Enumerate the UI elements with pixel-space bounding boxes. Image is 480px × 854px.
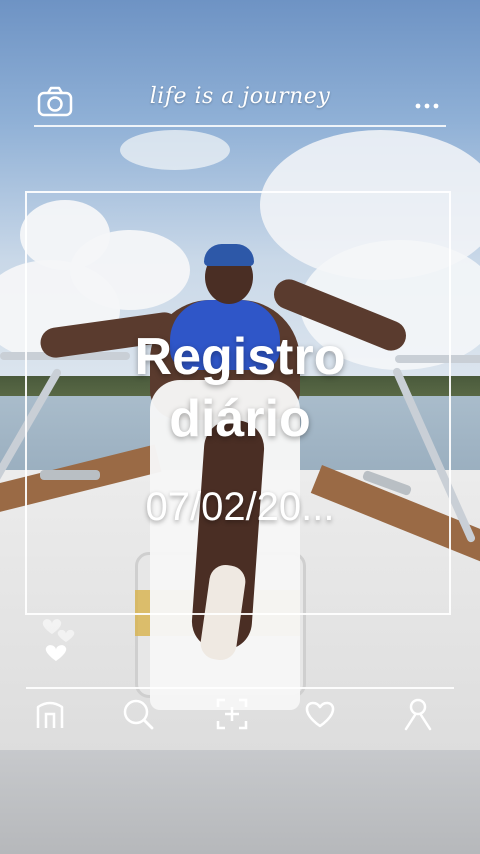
post-title-line2: diário <box>169 390 311 448</box>
nav-home-button[interactable] <box>32 696 68 732</box>
post-title: Registro diário <box>0 326 480 450</box>
reactions-button[interactable] <box>38 610 78 666</box>
post-title-line1: Registro <box>134 328 346 386</box>
profile-icon <box>404 698 432 731</box>
search-icon <box>123 699 154 730</box>
header-divider <box>34 125 446 127</box>
app-title: life is a journey <box>149 84 331 109</box>
top-bar: life is a journey <box>0 78 480 126</box>
nav-search-button[interactable] <box>120 696 156 732</box>
heart-icon <box>305 701 335 728</box>
cloud <box>120 130 230 170</box>
add-icon <box>216 698 248 730</box>
bottom-nav <box>0 696 480 736</box>
home-icon <box>36 701 64 728</box>
hearts-icon <box>42 619 75 661</box>
nav-divider <box>26 687 454 689</box>
nav-add-button[interactable] <box>214 696 250 732</box>
nav-profile-button[interactable] <box>400 696 436 732</box>
more-button[interactable] <box>412 86 444 110</box>
screen: life is a journey Registro diário 07/02/… <box>0 0 480 854</box>
post-date: 07/02/20... <box>145 485 335 529</box>
blurred-bottom <box>0 750 480 854</box>
more-dots-icon <box>415 103 439 109</box>
nav-likes-button[interactable] <box>302 696 338 732</box>
